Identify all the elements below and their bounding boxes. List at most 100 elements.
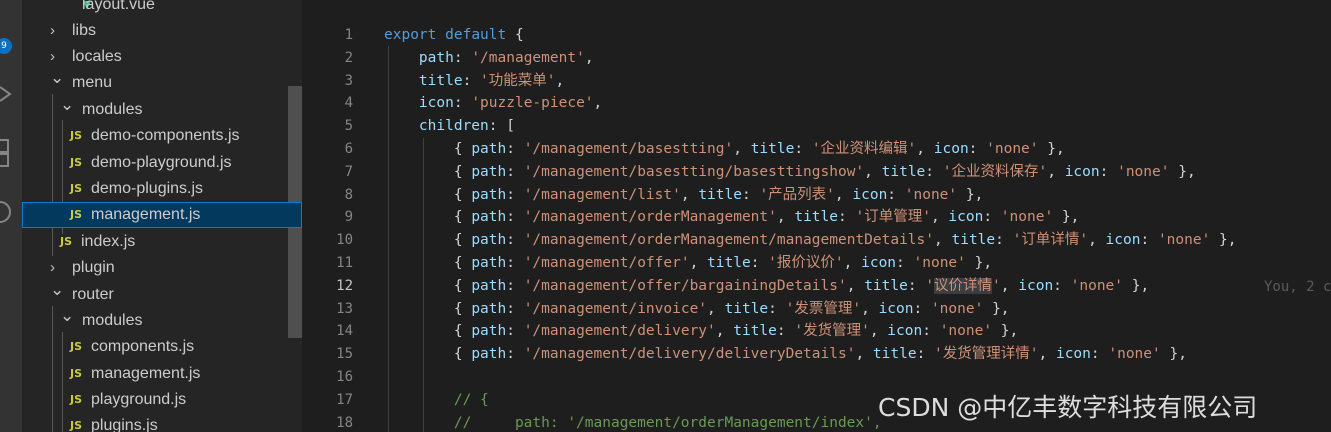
code-token: , [846, 277, 865, 294]
line-number: 2 [344, 49, 353, 66]
code-token: '发货管理' [794, 323, 870, 340]
code-token: 'none' [1108, 346, 1161, 363]
code-line[interactable]: { path: '/management/invoice', title: '发… [384, 298, 1010, 321]
line-number: 16 [336, 369, 353, 385]
code-line[interactable]: // { [384, 389, 489, 412]
code-token: icon [852, 186, 888, 203]
code-token: path [471, 232, 507, 249]
code-token: : [506, 186, 524, 203]
extensions-icon[interactable] [0, 138, 12, 168]
code-token: , [680, 186, 699, 203]
tree-item-label: locales [72, 48, 122, 65]
code-token: icon [1064, 163, 1100, 180]
code-token: : [506, 323, 524, 340]
code-token: '/management/basestting' [523, 141, 734, 157]
code-token: , [869, 323, 888, 340]
code-token: '企业资料编辑' [811, 141, 917, 157]
folder-item[interactable]: ⌄ modules [22, 95, 302, 123]
code-editor[interactable]: You, 2 c 1 export default {2 path: '/mana… [302, 0, 1331, 432]
code-token: '订单管理' [855, 209, 931, 226]
file-item[interactable]: JS demo-playground.js [22, 150, 302, 176]
code-token: path [471, 323, 507, 340]
code-token: 议价详情 [934, 277, 993, 294]
js-file-icon: JS [70, 419, 83, 432]
tree-item-label: index.js [81, 233, 136, 250]
code-token: title [724, 300, 769, 317]
code-line[interactable]: // path: '/management/orderManagement/in… [384, 412, 882, 432]
code-line[interactable]: { path: '/management/offer', title: '报价议… [384, 252, 992, 275]
code-line[interactable]: { path: '/management/list', title: '产品列表… [384, 184, 984, 207]
code-token: : [506, 141, 524, 157]
code-token: : [506, 300, 524, 317]
code-token: , [861, 300, 879, 317]
run-debug-icon[interactable] [0, 84, 12, 104]
code-token: '企业资料保存' [942, 163, 1048, 180]
code-token: : [506, 232, 524, 249]
code-token: '/management/delivery' [523, 323, 716, 340]
code-token: icon [861, 255, 897, 271]
code-line[interactable]: { path: '/management/delivery/deliveryDe… [384, 343, 1187, 366]
code-line[interactable]: { path: '/management/offer/bargainingDet… [384, 275, 1149, 298]
code-token: , [916, 141, 934, 157]
code-line[interactable]: { path: '/management/delivery', title: '… [384, 320, 1018, 343]
code-line[interactable]: { path: '/management/basestting/basestti… [384, 161, 1196, 184]
file-item[interactable]: JS management.js [22, 361, 302, 387]
file-item[interactable]: JS playground.js [22, 387, 302, 413]
tree-item-label: menu [72, 74, 113, 91]
code-token: children [418, 118, 489, 135]
code-line[interactable]: { path: '/management/orderManagement', t… [384, 206, 1080, 229]
line-number: 11 [336, 255, 353, 271]
chevron-right-icon[interactable]: › [50, 18, 55, 44]
code-line[interactable]: path: '/management', [384, 47, 594, 70]
code-token: title [872, 346, 917, 363]
code-token: title [951, 232, 996, 249]
code-token: , [707, 300, 725, 317]
code-token: : [506, 346, 524, 363]
code-token: : [453, 49, 472, 66]
file-item[interactable]: ▼ layout.vue [22, 0, 302, 18]
line-number: 4 [344, 95, 353, 112]
file-item[interactable]: JS demo-components.js [22, 123, 302, 149]
code-token: : [741, 186, 760, 203]
chevron-down-icon[interactable]: ⌄ [60, 303, 74, 329]
file-item[interactable]: JS index.js [22, 229, 302, 255]
code-token: , [1088, 232, 1106, 249]
code-token: '/management/basestting/basesttingshow' [523, 163, 865, 180]
code-line[interactable]: { path: '/management/orderManagement/man… [384, 229, 1237, 252]
code-token: , [1000, 277, 1019, 294]
tree-item-label: components.js [91, 338, 195, 355]
code-line[interactable]: title: '功能菜单', [384, 70, 564, 93]
code-token: : [983, 209, 1001, 226]
code-token: : [995, 232, 1013, 249]
tree-item-label: demo-playground.js [91, 154, 232, 171]
file-item[interactable]: JS management.js [22, 202, 302, 228]
code-token: { [384, 163, 472, 180]
line-number: 15 [336, 346, 353, 363]
code-token: ' [992, 277, 1001, 294]
code-token: : [ [488, 118, 515, 135]
code-token: '/management/orderManagement/managementD… [523, 232, 935, 249]
folder-item[interactable]: › libs [22, 18, 302, 44]
code-token: 'none' [904, 186, 958, 203]
code-token: { [506, 27, 524, 43]
chevron-down-icon[interactable]: ⌄ [50, 277, 64, 303]
code-token: icon [1018, 277, 1054, 294]
code-line[interactable]: { path: '/management/basestting', title:… [384, 138, 1065, 161]
code-token: title [418, 72, 463, 89]
code-line[interactable]: icon: 'puzzle-piece', [384, 92, 602, 115]
code-token: , [864, 163, 882, 180]
chevron-down-icon[interactable]: ⌄ [60, 92, 74, 118]
file-item[interactable]: JS demo-plugins.js [22, 176, 302, 202]
git-blame-annotation: You, 2 c [1264, 279, 1331, 295]
remote-explorer-icon[interactable] [0, 198, 12, 226]
code-token: : [506, 277, 524, 294]
code-line[interactable]: export default { [384, 24, 524, 47]
file-item[interactable]: JS components.js [22, 334, 302, 360]
code-line[interactable]: children: [ [384, 115, 515, 138]
chevron-down-icon[interactable]: ⌄ [50, 65, 64, 91]
code-token: ' [925, 277, 935, 294]
folder-item[interactable]: ⌄ modules [22, 306, 302, 334]
code-token: , [1038, 346, 1056, 363]
file-item[interactable]: JS plugins.js [22, 413, 302, 432]
